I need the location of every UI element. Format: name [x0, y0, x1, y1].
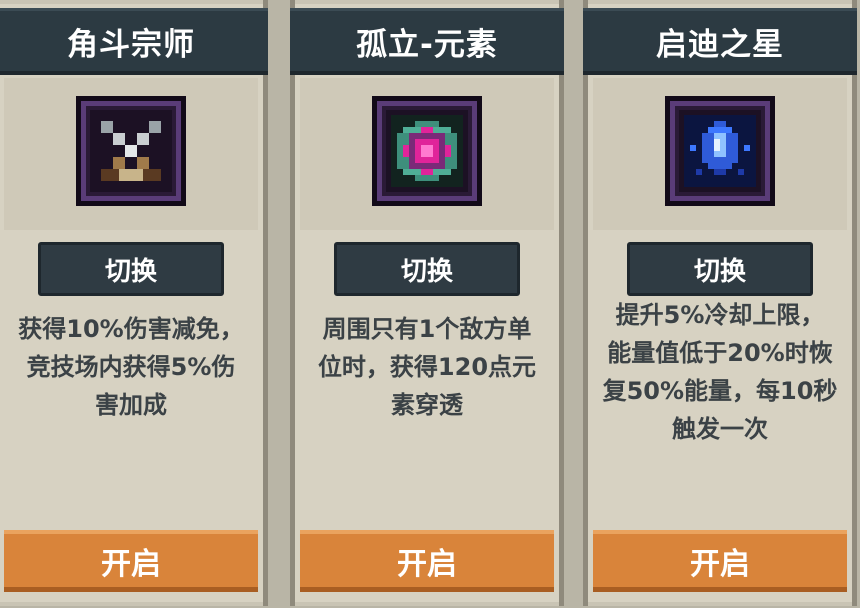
icon-panel: [4, 78, 258, 230]
magenta-gem-icon: [372, 96, 482, 206]
crossed-swords-icon: [76, 96, 186, 206]
description-line: 提升5%冷却上限，: [615, 301, 825, 329]
icon-panel: [300, 78, 554, 230]
description-line: 复50%能量，每10秒: [602, 377, 838, 405]
description-line: 害加成: [95, 391, 167, 419]
switch-button[interactable]: 切换: [627, 242, 813, 296]
card-title: 孤立-元素: [290, 8, 564, 75]
talent-card-gladiator: 角斗宗师 切换 获得10%伤害减免， 竞技场内获得5%伤 害加成 开启: [0, 0, 268, 606]
card-border: [583, 0, 588, 606]
open-button[interactable]: 开启: [4, 530, 258, 592]
open-button[interactable]: 开启: [300, 530, 554, 592]
description-line: 触发一次: [672, 415, 768, 443]
card-border: [263, 0, 268, 606]
card-description: 提升5%冷却上限， 能量值低于20%时恢 复50%能量，每10秒 触发一次: [591, 296, 849, 448]
description-line: 获得10%伤害减免，: [18, 315, 244, 343]
talent-card-enlightenment-star: 启迪之星 切换 提升5%冷却上限， 能量值低于20%时恢 复50%能量，每10秒: [583, 0, 857, 606]
talent-card-isolation-element: 孤立-元素 切换 周围只有1个敌方单 位时，获得120点元 素穿透 开启: [290, 0, 564, 606]
card-border: [290, 0, 295, 606]
switch-button[interactable]: 切换: [38, 242, 224, 296]
card-border: [852, 0, 857, 606]
description-line: 竞技场内获得5%伤: [26, 353, 236, 381]
description-line: 能量值低于20%时恢: [607, 339, 833, 367]
blue-star-crystal-icon: [665, 96, 775, 206]
card-description: 获得10%伤害减免， 竞技场内获得5%伤 害加成: [2, 310, 260, 424]
card-description: 周围只有1个敌方单 位时，获得120点元 素穿透: [298, 310, 556, 424]
open-button[interactable]: 开启: [593, 530, 847, 592]
description-line: 素穿透: [391, 391, 463, 419]
card-title: 角斗宗师: [0, 8, 268, 75]
description-line: 周围只有1个敌方单: [322, 315, 532, 343]
switch-button[interactable]: 切换: [334, 242, 520, 296]
description-line: 位时，获得120点元: [317, 353, 537, 381]
card-border: [559, 0, 564, 606]
icon-panel: [593, 78, 847, 230]
card-title: 启迪之星: [583, 8, 857, 75]
